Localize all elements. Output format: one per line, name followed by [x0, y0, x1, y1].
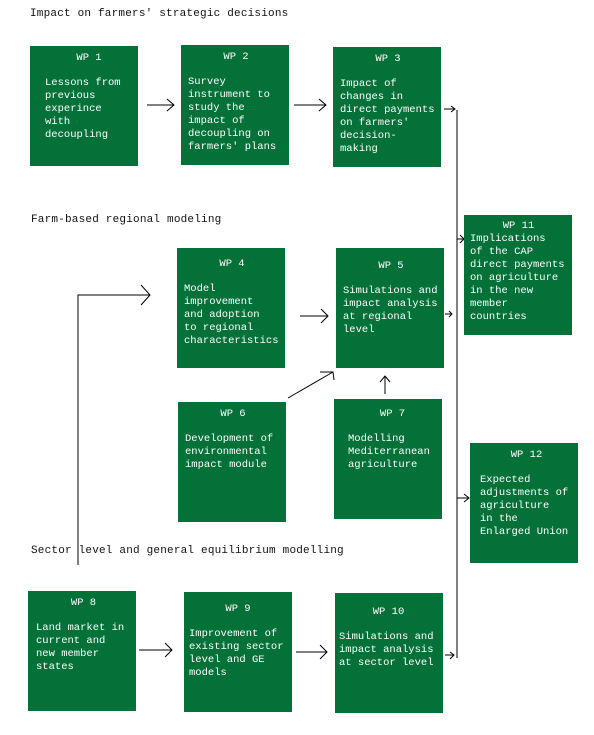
wp5-label: WP 5 — [378, 260, 404, 272]
wp11-label: WP 11 — [502, 220, 535, 232]
wp9-description: Improvement of existing sector level and… — [189, 628, 284, 679]
wp6-label: WP 6 — [220, 408, 246, 420]
wp5-box: WP 5 Simulations and impact analysis at … — [336, 248, 444, 368]
wp7-label: WP 7 — [379, 408, 406, 420]
wp7-box: WP 7 Modelling Mediterranean agriculture — [334, 399, 442, 519]
wp8-description: Land market in current and new member st… — [36, 622, 125, 673]
wp1-box: WP 1 Lessons from previous experince wit… — [30, 46, 138, 166]
wp1-label: WP 1 — [76, 52, 102, 64]
wp12-box: WP 12 Expected adjustments of agricultur… — [470, 443, 578, 563]
wp12-description: Expected adjustments of agriculture in t… — [480, 474, 569, 538]
wp1-description: Lessons from previous experince with dec… — [45, 77, 121, 141]
wp6-description: Development of environmental impact modu… — [185, 433, 274, 471]
wp11-description: Implications of the CAP direct payments … — [470, 233, 565, 323]
wp5-description: Simulations and impact analysis at regio… — [343, 285, 438, 336]
wp4-label: WP 4 — [219, 258, 245, 270]
wp2-label: WP 2 — [223, 51, 249, 63]
wp9-box: WP 9 Improvement of existing sector leve… — [184, 592, 292, 712]
wp10-label: WP 10 — [372, 606, 405, 618]
wp3-box: WP 3 Impact of changes in direct payment… — [333, 47, 441, 167]
wp4-description: Model improvement and adoption to region… — [184, 283, 279, 347]
wp6-box: WP 6 Development of environmental impact… — [178, 402, 286, 522]
wp3-label: WP 3 — [375, 53, 401, 65]
wp10-box: WP 10 Simulations and impact analysis at… — [335, 593, 443, 713]
wp9-label: WP 9 — [225, 603, 251, 615]
wp10-description: Simulations and impact analysis at secto… — [339, 631, 434, 669]
wp8-box: WP 8 Land market in current and new memb… — [28, 591, 136, 711]
wp7-description: Modelling Mediterranean agriculture — [348, 433, 430, 471]
wp11-box: WP 11 Implications of the CAP direct pay… — [464, 215, 572, 335]
arrow-wp8-wp4 — [77, 294, 150, 565]
wp8-label: WP 8 — [70, 597, 97, 609]
wp2-box: WP 2 Survey instrument to study the impa… — [181, 45, 289, 165]
wp12-label: WP 12 — [510, 449, 543, 461]
arrow-wp6-wp5 — [287, 371, 334, 399]
wp3-description: Impact of changes in direct payments on … — [340, 78, 435, 155]
wp4-box: WP 4 Model improvement and adoption to r… — [177, 248, 285, 368]
wp2-description: Survey instrument to study the impact of… — [188, 76, 277, 153]
